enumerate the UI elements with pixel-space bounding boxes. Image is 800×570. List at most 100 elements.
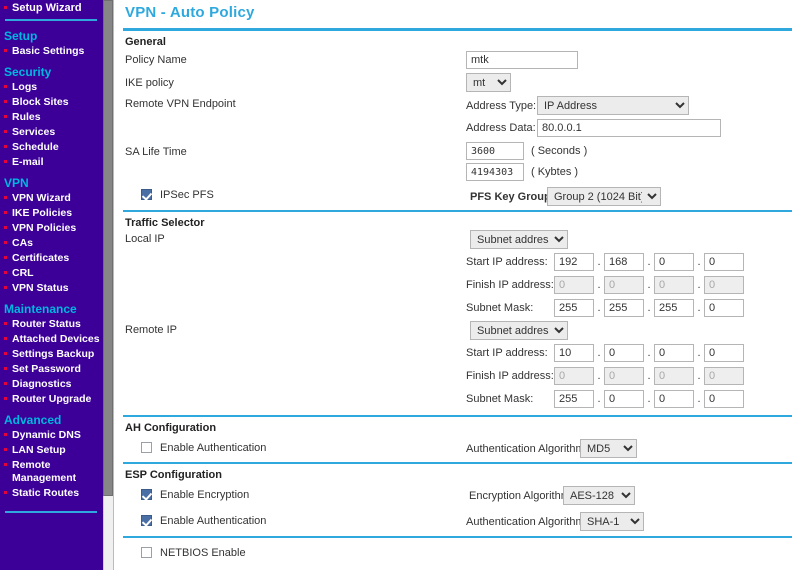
sidebar-item-label: Setup Wizard [12, 2, 82, 14]
sidebar-item-logs[interactable]: Logs [3, 80, 103, 95]
ah-enable-authentication-row[interactable]: Enable Authentication [141, 442, 266, 454]
ipsec-pfs-checkbox-row[interactable]: IPSec PFS [141, 189, 214, 201]
sidebar-item-dynamic-dns[interactable]: Dynamic DNS [3, 428, 103, 443]
ip-dot: . [647, 279, 651, 291]
remote-start-ip-octet-3[interactable] [654, 344, 694, 362]
sidebar-item-label: Set Password [12, 363, 81, 375]
esp-enable-encryption-row[interactable]: Enable Encryption [141, 489, 249, 501]
sidebar-item-set-password[interactable]: Set Password [3, 362, 103, 377]
sidebar-item-static-routes[interactable]: Static Routes [3, 486, 103, 501]
sidebar-item-ike-policies[interactable]: IKE Policies [3, 206, 103, 221]
bullet-icon [4, 322, 7, 325]
sidebar-item-vpn-wizard[interactable]: VPN Wizard [3, 191, 103, 206]
sidebar-scrollbar-thumb[interactable] [103, 0, 113, 496]
remote-ip-type-select[interactable]: Subnet address [470, 321, 568, 340]
sidebar-group-advanced: Advanced [4, 413, 62, 427]
esp-authentication-algorithm-select[interactable]: SHA-1 [580, 512, 644, 531]
remote-subnet-mask-octet-2[interactable] [604, 390, 644, 408]
remote-subnet-mask-octet-1[interactable] [554, 390, 594, 408]
sidebar-item-attached-devices[interactable]: Attached Devices [3, 332, 103, 347]
content-inner: VPN - Auto Policy General Policy Name IK… [114, 0, 800, 562]
remote-finish-ip-octet-2[interactable] [604, 367, 644, 385]
remote-start-ip-octet-1[interactable] [554, 344, 594, 362]
esp-encryption-algorithm-select[interactable]: AES-128 [563, 486, 635, 505]
remote-subnet-mask-octet-3[interactable] [654, 390, 694, 408]
local-start-ip-octet-3[interactable] [654, 253, 694, 271]
bullet-icon [4, 271, 7, 274]
bullet-icon [4, 130, 7, 133]
local-subnet-mask-octet-2[interactable] [604, 299, 644, 317]
bullet-icon [4, 6, 7, 9]
sidebar-item-label: Dynamic DNS [12, 429, 81, 441]
vpn-auto-policy-page: Setup Wizard Setup Basic Settings Securi… [0, 0, 800, 570]
remote-finish-ip-octet-3[interactable] [654, 367, 694, 385]
ah-enable-authentication-checkbox[interactable] [141, 442, 152, 453]
remote-start-ip-octet-4[interactable] [704, 344, 744, 362]
bullet-icon [4, 145, 7, 148]
sidebar-divider-bottom [5, 511, 97, 513]
sa-life-seconds-input[interactable] [466, 142, 524, 160]
ah-authentication-algorithm-select[interactable]: MD5 [580, 439, 637, 458]
sidebar-item-schedule[interactable]: Schedule [3, 140, 103, 155]
sidebar-item-vpn-status[interactable]: VPN Status [3, 281, 103, 296]
local-start-ip-octet-2[interactable] [604, 253, 644, 271]
pfs-key-group-select[interactable]: Group 2 (1024 Bit) [547, 187, 661, 206]
sidebar-item-router-status[interactable]: Router Status [3, 317, 103, 332]
sidebar-item-label: Router Upgrade [12, 393, 92, 405]
sidebar-item-settings-backup[interactable]: Settings Backup [3, 347, 103, 362]
local-finish-ip-octet-2[interactable] [604, 276, 644, 294]
row-netbios: NETBIOS Enable [123, 538, 792, 562]
ip-dot: . [697, 347, 701, 359]
local-ip-type-select[interactable]: Subnet address [470, 230, 568, 249]
bullet-icon [4, 211, 7, 214]
local-finish-ip-octet-3[interactable] [654, 276, 694, 294]
esp-enable-authentication-checkbox[interactable] [141, 515, 152, 526]
policy-name-input[interactable] [466, 51, 578, 69]
sa-life-kbytes-input[interactable] [466, 163, 524, 181]
ip-dot: . [647, 393, 651, 405]
sidebar-item-crl[interactable]: CRL [3, 266, 103, 281]
sidebar-item-basic-settings[interactable]: Basic Settings [3, 44, 103, 59]
sidebar-item-email[interactable]: E-mail [3, 155, 103, 170]
sidebar-item-rules[interactable]: Rules [3, 110, 103, 125]
local-start-ip-octet-4[interactable] [704, 253, 744, 271]
local-start-ip-octet-1[interactable] [554, 253, 594, 271]
address-data-input[interactable] [537, 119, 721, 137]
esp-enable-authentication-row[interactable]: Enable Authentication [141, 515, 266, 527]
remote-start-ip-octet-2[interactable] [604, 344, 644, 362]
local-subnet-mask-octet-3[interactable] [654, 299, 694, 317]
local-subnet-mask-octet-4[interactable] [704, 299, 744, 317]
sidebar-item-setup-wizard[interactable]: Setup Wizard [3, 0, 103, 17]
bullet-icon [4, 115, 7, 118]
sidebar-item-vpn-policies[interactable]: VPN Policies [3, 221, 103, 236]
sidebar-item-remote-management[interactable]: Remote Management [3, 458, 103, 486]
local-finish-ip-octet-1[interactable] [554, 276, 594, 294]
sidebar-item-label: Basic Settings [12, 45, 85, 57]
row-ah-enable-auth: Enable Authentication Authentication Alg… [123, 437, 792, 462]
sidebar-item-block-sites[interactable]: Block Sites [3, 95, 103, 110]
sidebar-item-services[interactable]: Services [3, 125, 103, 140]
netbios-enable-row[interactable]: NETBIOS Enable [141, 547, 246, 559]
sidebar-item-diagnostics[interactable]: Diagnostics [3, 377, 103, 392]
ipsec-pfs-checkbox[interactable] [141, 189, 152, 200]
ike-policy-select[interactable]: mt [466, 73, 511, 92]
sidebar-item-certificates[interactable]: Certificates [3, 251, 103, 266]
bullet-icon [4, 433, 7, 436]
remote-subnet-mask-octet-4[interactable] [704, 390, 744, 408]
remote-finish-ip-octet-1[interactable] [554, 367, 594, 385]
divider-after-ah [123, 462, 792, 464]
ip-dot: . [647, 370, 651, 382]
sa-life-time-label: SA Life Time [125, 146, 187, 158]
esp-enable-encryption-checkbox[interactable] [141, 489, 152, 500]
sidebar-item-cas[interactable]: CAs [3, 236, 103, 251]
remote-ip-label: Remote IP [125, 324, 177, 336]
local-subnet-mask-group: Subnet Mask:... [466, 299, 744, 317]
netbios-enable-checkbox[interactable] [141, 547, 152, 558]
local-finish-ip-octet-4[interactable] [704, 276, 744, 294]
sidebar-item-lan-setup[interactable]: LAN Setup [3, 443, 103, 458]
remote-finish-ip-octet-4[interactable] [704, 367, 744, 385]
section-traffic-selector-heading: Traffic Selector [125, 217, 205, 229]
sidebar-item-router-upgrade[interactable]: Router Upgrade [3, 392, 103, 407]
address-type-select[interactable]: IP Address [537, 96, 689, 115]
local-subnet-mask-octet-1[interactable] [554, 299, 594, 317]
